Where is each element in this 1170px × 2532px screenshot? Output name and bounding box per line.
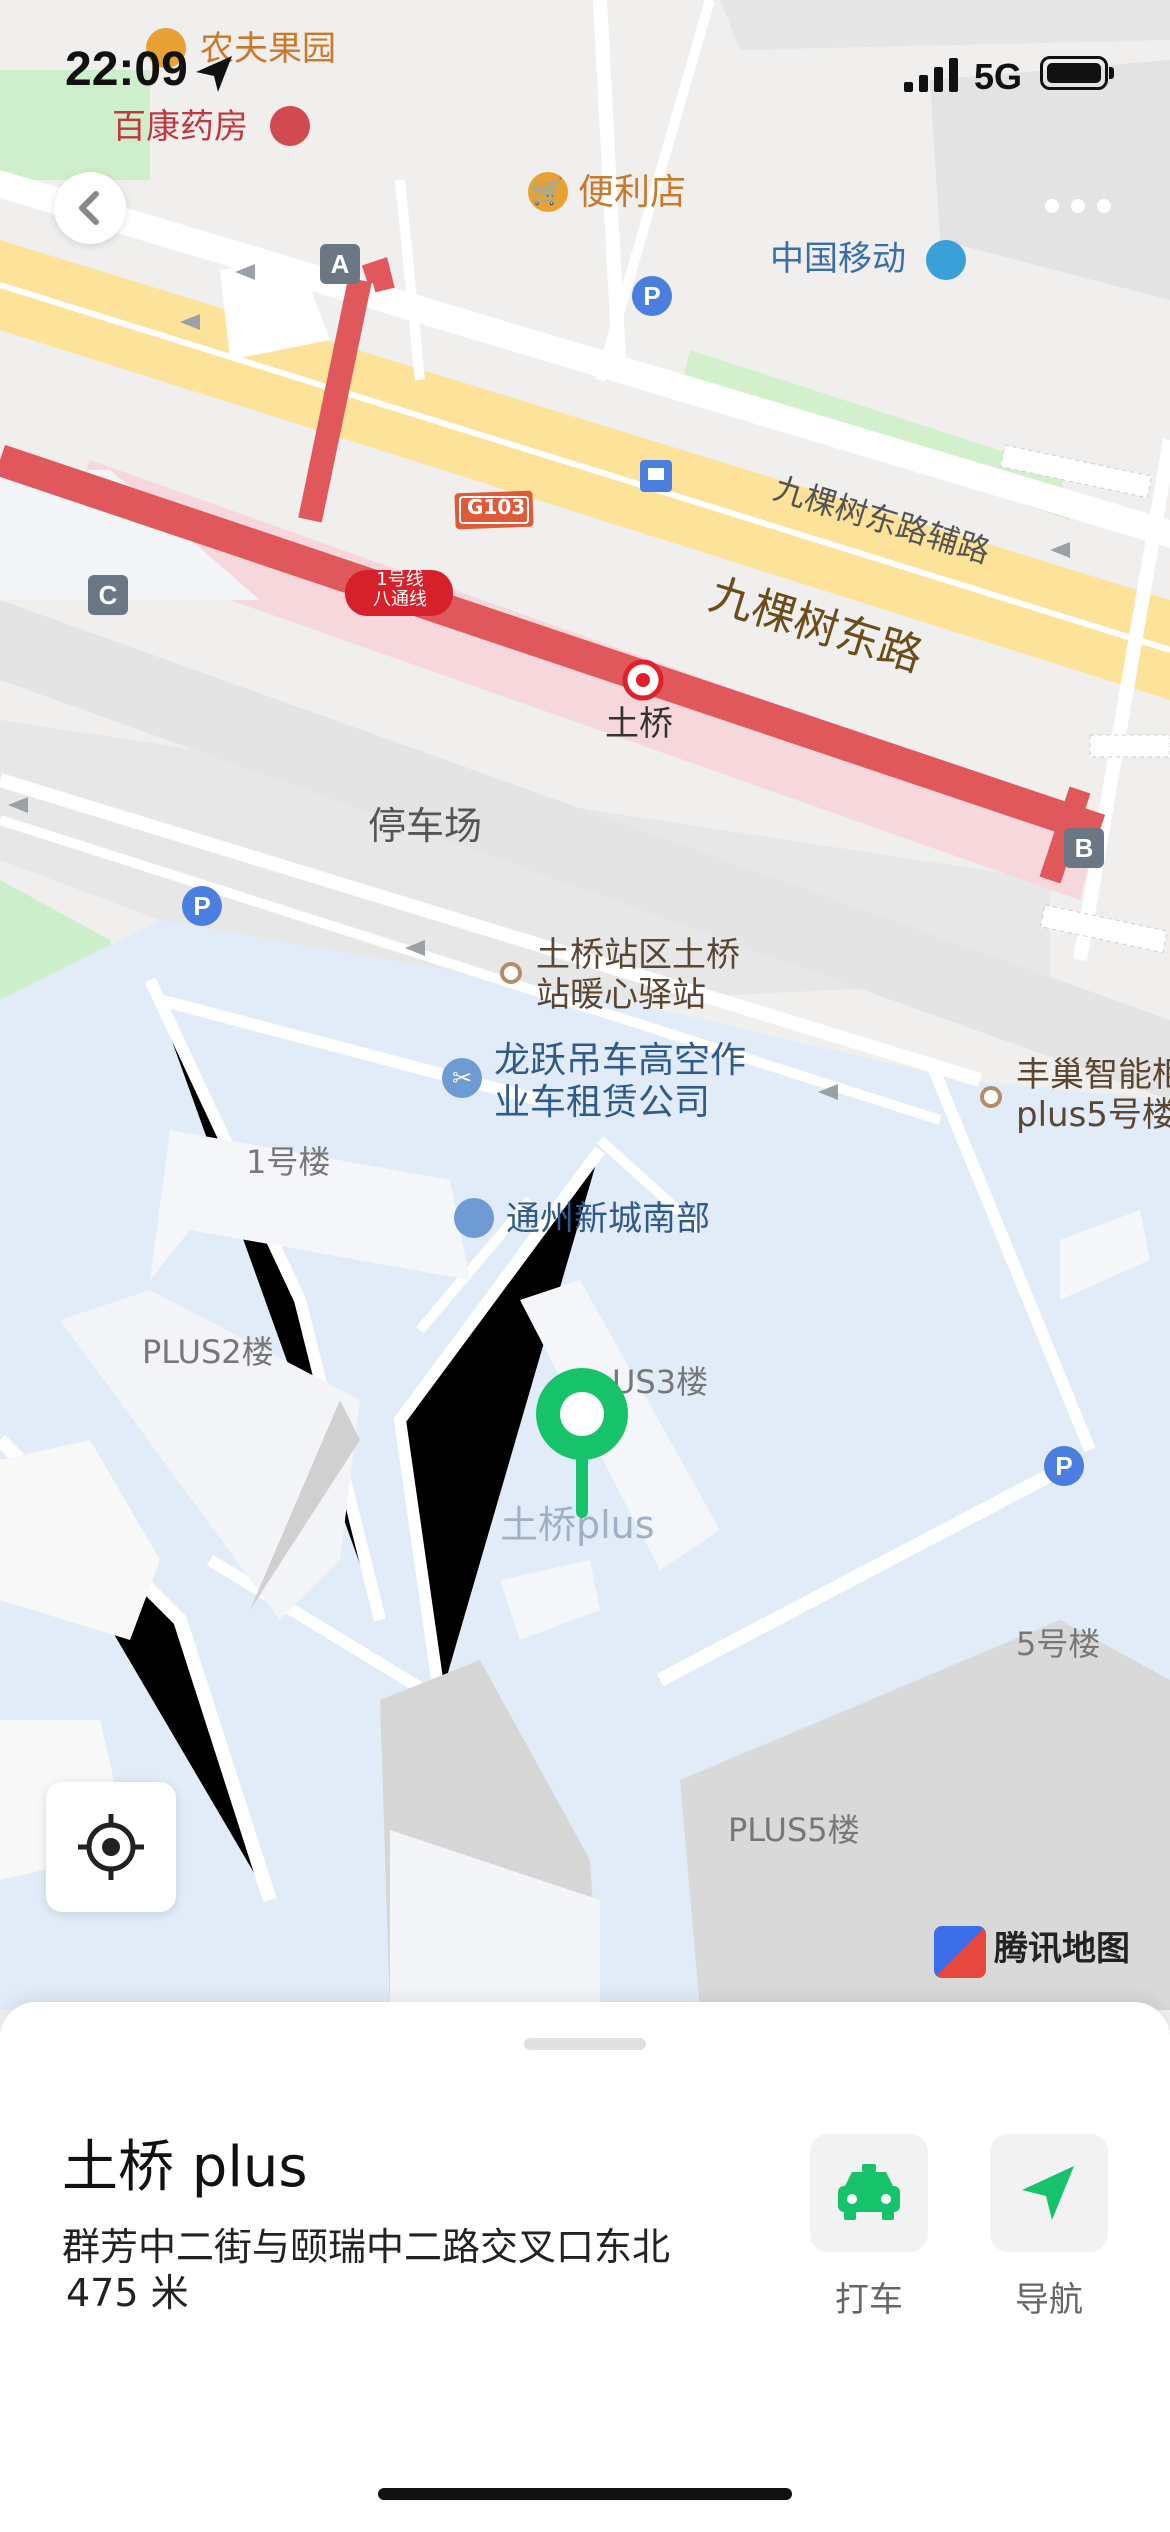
location-pin-icon[interactable] xyxy=(532,1366,632,1526)
poi-marker xyxy=(500,962,522,984)
back-button[interactable] xyxy=(54,172,126,244)
network-type: 5G xyxy=(974,56,1023,97)
exit-c-marker[interactable]: C xyxy=(88,575,128,615)
tools-icon: ✂ xyxy=(442,1058,482,1098)
poi-label[interactable]: plus5号楼 xyxy=(1016,1095,1170,1135)
china-mobile-logo-icon xyxy=(926,240,966,280)
building-label: 1号楼 xyxy=(246,1143,331,1181)
map-canvas[interactable]: 农夫果园 百康药房 🛒 便利店 中国移动 九棵树东路辅路 九棵树东路 G103 … xyxy=(0,0,1170,2010)
poi-label[interactable]: 业车租赁公司 xyxy=(494,1082,710,1123)
poi-marker xyxy=(980,1086,1002,1108)
metro-station-label[interactable]: 土桥 xyxy=(605,704,673,744)
parking-icon[interactable]: P xyxy=(1044,1446,1084,1486)
place-detail-sheet: 土桥 plus 群芳中二街与颐瑞中二路交叉口东北 475 米 打车 导航 xyxy=(0,2002,1170,2532)
navigation-arrow-icon xyxy=(1022,2166,1074,2220)
locate-me-button[interactable] xyxy=(46,1782,176,1912)
poi-label[interactable]: 便利店 xyxy=(578,172,686,213)
poi-label[interactable]: 中国移动 xyxy=(770,239,906,279)
place-distance: 475 米 xyxy=(66,2271,189,2315)
parking-icon[interactable]: P xyxy=(632,276,672,316)
navigation-button[interactable] xyxy=(990,2134,1108,2252)
chevron-left-icon xyxy=(79,191,99,225)
map-watermark: 腾讯地图 xyxy=(994,1929,1130,1969)
battery-icon xyxy=(1040,56,1114,90)
taxi-button[interactable] xyxy=(810,2134,928,2252)
sheet-drag-handle[interactable] xyxy=(524,2038,646,2050)
poi-label[interactable]: 土桥站区土桥 xyxy=(536,935,740,975)
exit-b-marker[interactable]: B xyxy=(1064,828,1104,868)
exit-a-marker[interactable]: A xyxy=(320,244,360,284)
poi-label[interactable]: 龙跃吊车高空作 xyxy=(494,1040,746,1081)
route-shield-label: G103 xyxy=(467,495,526,519)
building-label: PLUS2楼 xyxy=(142,1333,274,1371)
taxi-icon xyxy=(838,2164,900,2220)
location-arrow-icon xyxy=(196,56,232,92)
poi-label[interactable]: 丰巢智能柜 xyxy=(1016,1055,1170,1095)
crosshair-icon xyxy=(78,1814,144,1880)
more-dots-icon xyxy=(1045,199,1111,213)
tencent-maps-logo-icon xyxy=(934,1926,986,1978)
office-building-icon xyxy=(454,1198,494,1238)
metro-line-label: 1号线 八通线 xyxy=(373,569,427,610)
building-label: 5号楼 xyxy=(1016,1625,1101,1663)
place-address: 群芳中二街与颐瑞中二路交叉口东北 xyxy=(62,2225,671,2269)
building-label: PLUS5楼 xyxy=(728,1811,860,1849)
parking-lot-label: 停车场 xyxy=(368,804,483,848)
taxi-button-label[interactable]: 打车 xyxy=(789,2272,949,2321)
poi-label[interactable]: 站暖心驿站 xyxy=(536,975,706,1015)
poi-label[interactable]: 通州新城南部 xyxy=(506,1199,710,1239)
navigation-button-label[interactable]: 导航 xyxy=(969,2272,1129,2321)
parking-icon[interactable]: P xyxy=(182,886,222,926)
shopping-cart-icon: 🛒 xyxy=(528,172,568,212)
home-indicator[interactable] xyxy=(378,2488,792,2500)
place-title: 土桥 plus xyxy=(62,2135,308,2200)
status-time: 22:09 xyxy=(65,43,188,96)
status-bar: 22:09 5G xyxy=(0,0,1170,140)
signal-bars-icon xyxy=(904,58,958,92)
more-options-button[interactable] xyxy=(1040,192,1120,220)
